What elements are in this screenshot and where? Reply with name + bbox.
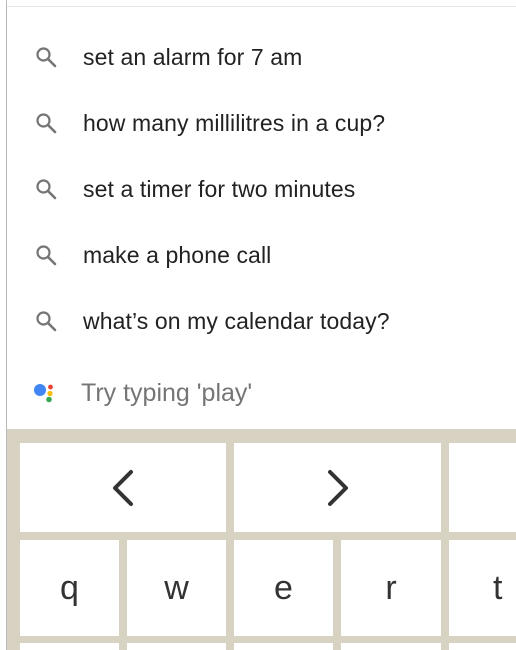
assistant-hint[interactable]: Try typing 'play' bbox=[7, 362, 516, 424]
key-q[interactable]: q bbox=[20, 540, 119, 636]
cursor-left-key[interactable] bbox=[20, 443, 226, 532]
key-label: w bbox=[164, 569, 189, 607]
search-icon bbox=[33, 308, 59, 334]
search-icon bbox=[33, 242, 59, 268]
suggestion-text: how many millilitres in a cup? bbox=[83, 109, 386, 136]
key-e[interactable]: e bbox=[234, 540, 333, 636]
key-t[interactable]: t bbox=[449, 540, 516, 636]
search-icon bbox=[33, 44, 59, 70]
suggestion-text: what’s on my calendar today? bbox=[83, 307, 390, 334]
key-s-partial[interactable] bbox=[127, 643, 226, 650]
key-f-partial[interactable] bbox=[341, 643, 441, 650]
keyboard-toolbar-slot[interactable] bbox=[449, 443, 516, 532]
assistant-search-screen: set an alarm for 7 am how many millilitr… bbox=[0, 0, 516, 650]
key-g-partial[interactable] bbox=[449, 643, 516, 650]
suggestion-text: set a timer for two minutes bbox=[83, 175, 356, 202]
suggestion-text: make a phone call bbox=[83, 241, 272, 268]
suggestion-item[interactable]: set a timer for two minutes bbox=[7, 156, 516, 222]
search-icon bbox=[33, 110, 59, 136]
suggestion-list: set an alarm for 7 am how many millilitr… bbox=[7, 24, 516, 354]
key-w[interactable]: w bbox=[127, 540, 226, 636]
window-top-edge bbox=[7, 0, 516, 7]
window-left-edge bbox=[0, 0, 7, 650]
suggestion-item[interactable]: how many millilitres in a cup? bbox=[7, 90, 516, 156]
key-label: r bbox=[385, 569, 397, 607]
chevron-left-icon bbox=[111, 469, 135, 507]
keyboard: q w e r t bbox=[7, 429, 516, 650]
key-label: t bbox=[493, 569, 503, 607]
suggestion-item[interactable]: make a phone call bbox=[7, 222, 516, 288]
hint-text: Try typing 'play' bbox=[81, 378, 253, 407]
suggestion-text: set an alarm for 7 am bbox=[83, 43, 303, 70]
suggestion-item[interactable]: set an alarm for 7 am bbox=[7, 24, 516, 90]
chevron-right-icon bbox=[326, 469, 350, 507]
key-label: e bbox=[274, 569, 293, 607]
key-label: q bbox=[60, 569, 79, 607]
key-d-partial[interactable] bbox=[234, 643, 333, 650]
cursor-right-key[interactable] bbox=[234, 443, 441, 532]
key-r[interactable]: r bbox=[341, 540, 441, 636]
key-a-partial[interactable] bbox=[20, 643, 119, 650]
google-assistant-icon bbox=[31, 379, 59, 407]
search-icon bbox=[33, 176, 59, 202]
suggestion-item[interactable]: what’s on my calendar today? bbox=[7, 288, 516, 354]
